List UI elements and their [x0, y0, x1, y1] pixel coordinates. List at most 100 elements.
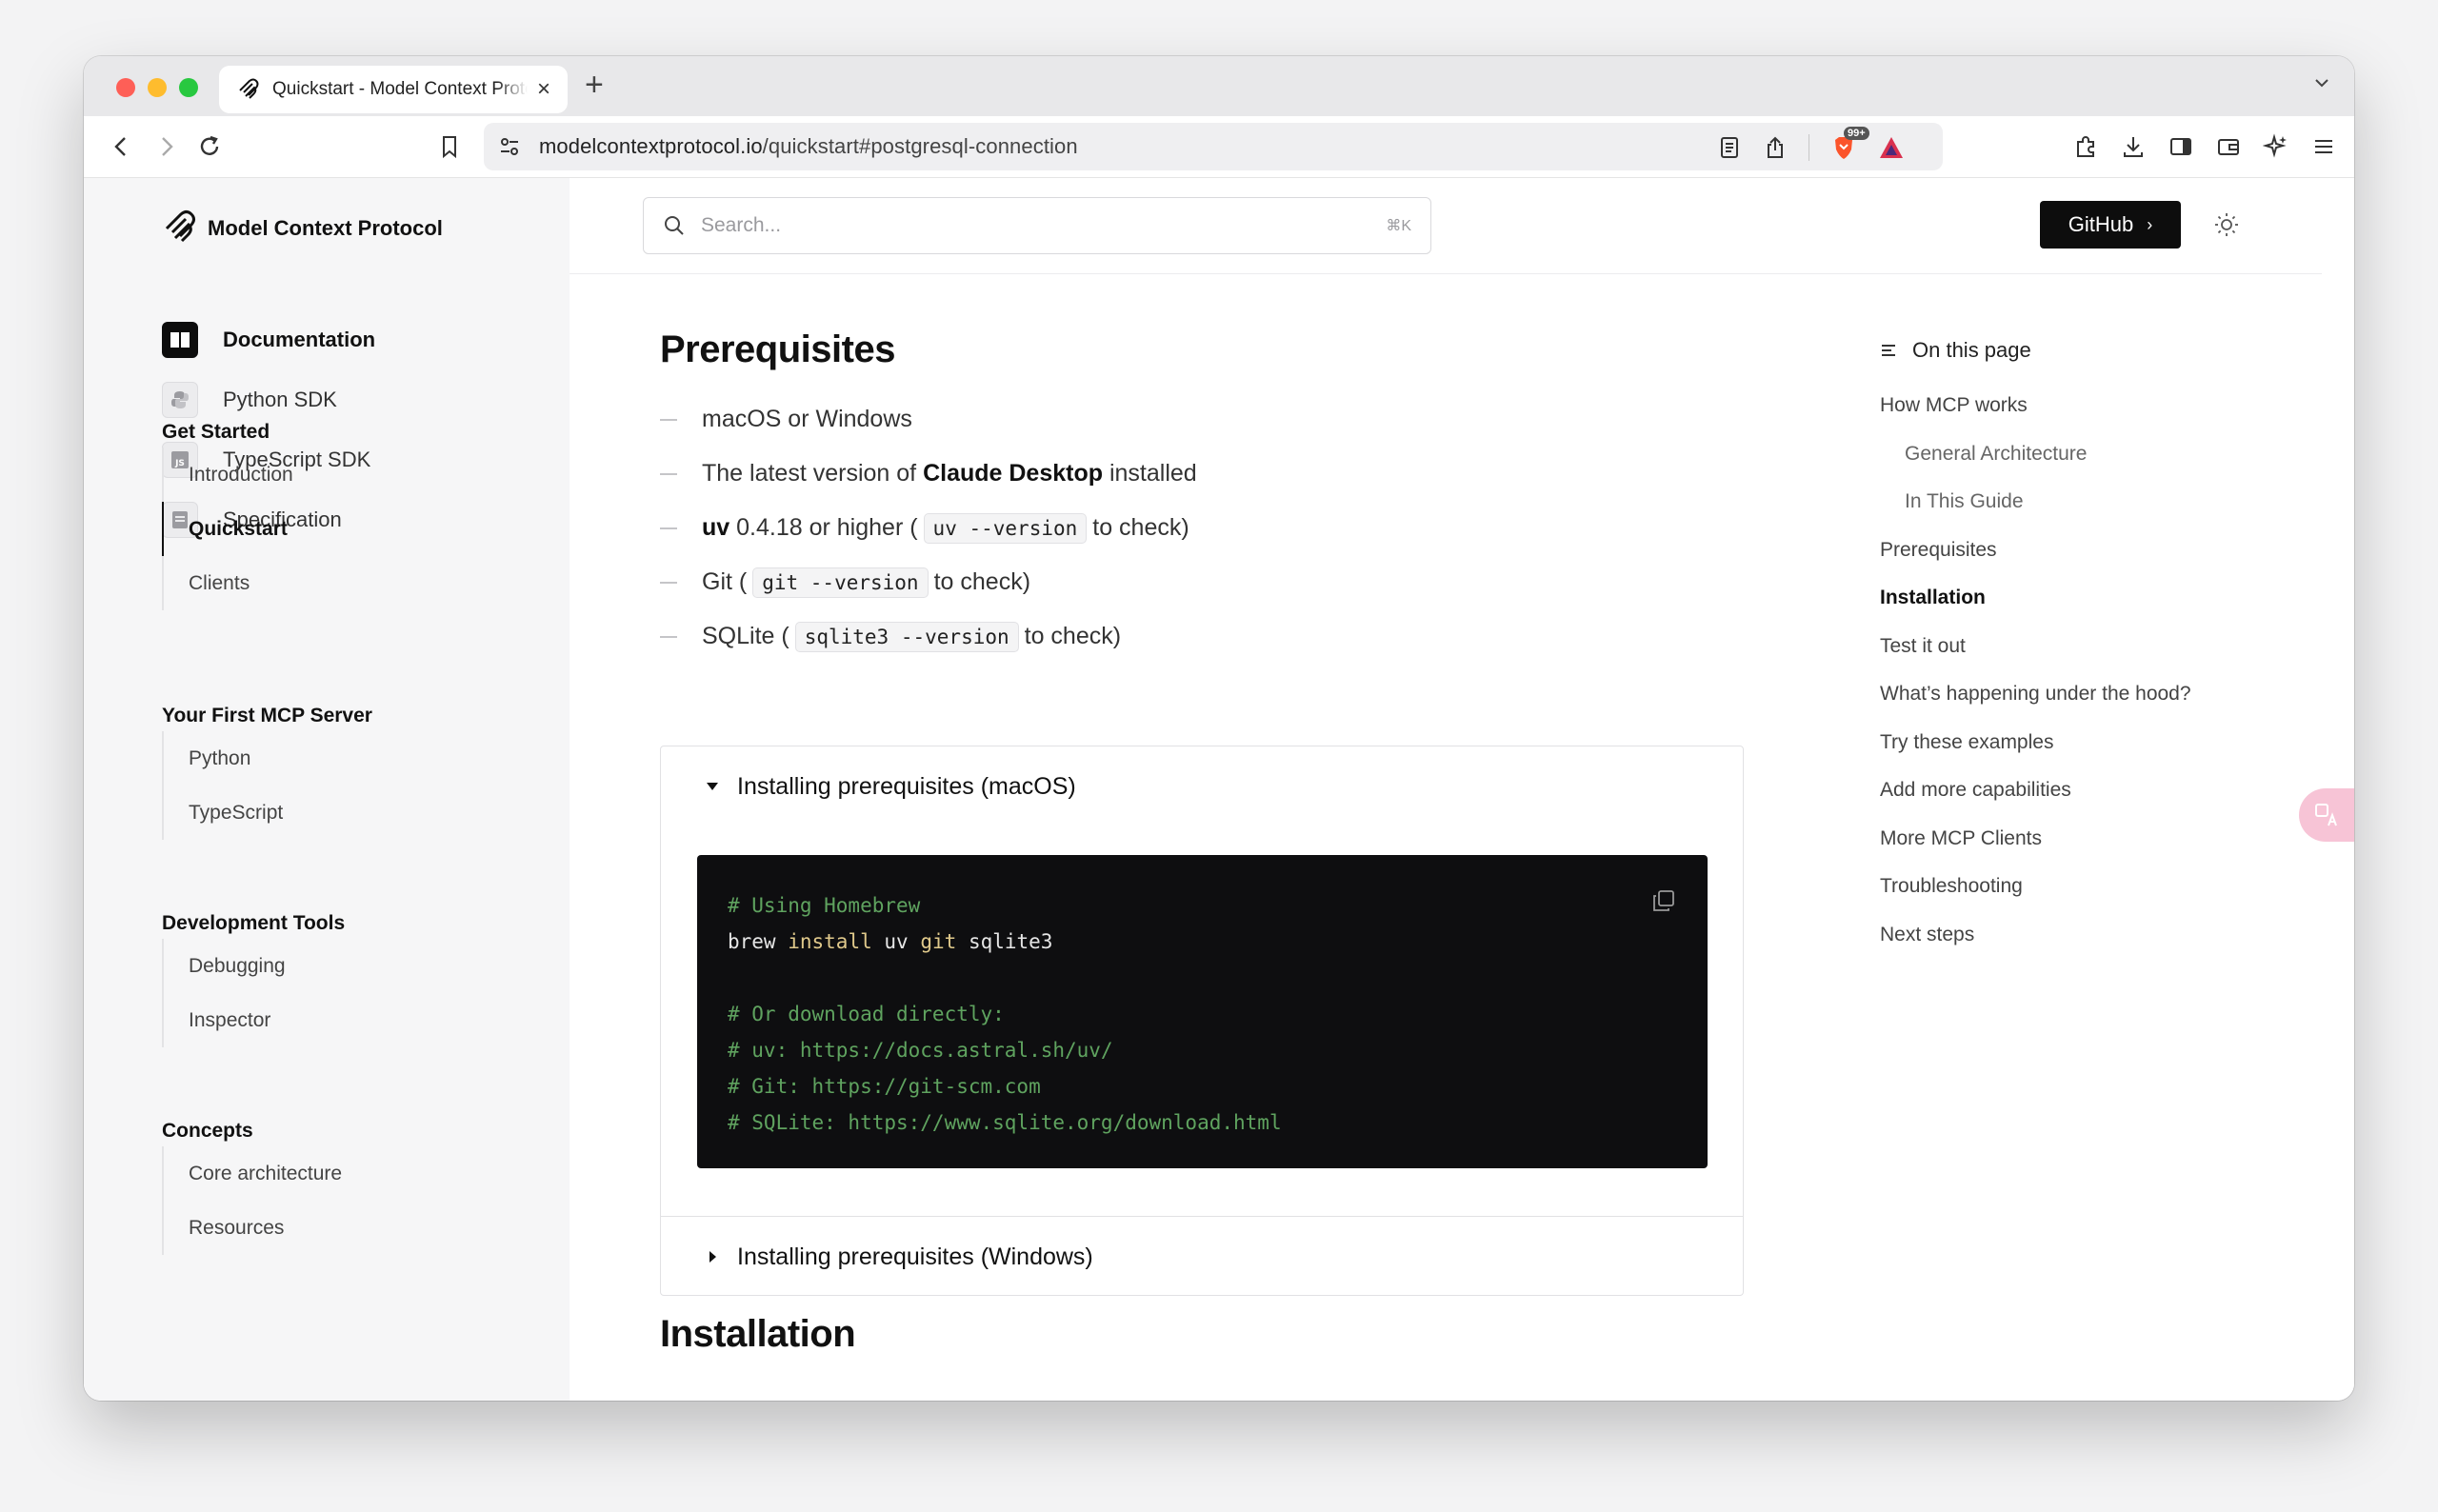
- accordion-toggle-windows[interactable]: Installing prerequisites (Windows): [661, 1217, 1743, 1297]
- toc-item[interactable]: Next steps: [1880, 911, 2191, 960]
- bullet-dash: [660, 418, 677, 421]
- toc-item[interactable]: What’s happening under the hood?: [1880, 670, 2191, 719]
- list-item: SQLite (sqlite3 --version to check): [660, 609, 1197, 664]
- brave-rewards-icon[interactable]: [1878, 134, 1905, 161]
- site-brand[interactable]: Model Context Protocol: [162, 209, 443, 248]
- caret-right-icon: [709, 1251, 716, 1263]
- browser-tab-active[interactable]: Quickstart - Model Context Protocol ×: [219, 66, 568, 113]
- header-divider: [570, 273, 2322, 274]
- browser-window: Quickstart - Model Context Protocol × +: [84, 56, 2354, 1401]
- toc-item[interactable]: In This Guide: [1880, 478, 2191, 527]
- toc-item[interactable]: Test it out: [1880, 623, 2191, 671]
- left-sidebar: Model Context Protocol Documentation Pyt…: [84, 178, 570, 1401]
- toolbar-right-actions: [2072, 133, 2337, 160]
- list-item: The latest version of Claude Desktop ins…: [660, 447, 1197, 501]
- section-heading-concepts: Concepts: [162, 1120, 253, 1142]
- main-menu-icon[interactable]: [2310, 133, 2337, 160]
- brave-shields-button[interactable]: 99+: [1830, 127, 1869, 161]
- translate-icon: [2315, 804, 2337, 826]
- bullet-dash: [660, 581, 677, 584]
- translate-button[interactable]: [2299, 788, 2354, 842]
- copy-icon[interactable]: [1650, 887, 1677, 914]
- chevron-right-icon: ›: [2147, 214, 2153, 234]
- share-icon[interactable]: [1763, 135, 1788, 160]
- tab-close-icon[interactable]: ×: [537, 76, 550, 103]
- new-tab-button[interactable]: +: [585, 67, 604, 104]
- sidebar-item-typescript[interactable]: TypeScript: [164, 786, 283, 840]
- list-item: uv 0.4.18 or higher (uv --version to chec…: [660, 501, 1197, 555]
- bullet-dash: [660, 635, 677, 638]
- heading-prerequisites: Prerequisites: [660, 328, 895, 370]
- close-window-button[interactable]: [116, 78, 135, 97]
- mcp-logo-icon: [165, 210, 195, 243]
- github-button[interactable]: GitHub ›: [2040, 201, 2181, 249]
- sidebar-item-debugging[interactable]: Debugging: [164, 939, 286, 993]
- list-item: macOS or Windows: [660, 392, 1197, 447]
- toc-item[interactable]: General Architecture: [1880, 430, 2191, 479]
- reader-mode-icon[interactable]: [1717, 135, 1742, 160]
- sidebar-toggle-icon[interactable]: [2168, 133, 2194, 160]
- brand-name: Model Context Protocol: [208, 216, 443, 240]
- prerequisites-list: macOS or Windows The latest version of C…: [660, 392, 1197, 664]
- section-list-concepts: Core architecture Resources: [162, 1146, 342, 1255]
- browser-toolbar: modelcontextprotocol.io/quickstart#postg…: [84, 116, 2354, 178]
- section-list-get-started: Introduction Quickstart Clients: [162, 448, 293, 610]
- toc-item[interactable]: More MCP Clients: [1880, 815, 2191, 864]
- caret-down-icon: [707, 783, 718, 790]
- leo-ai-sparkle-icon[interactable]: [2263, 133, 2289, 160]
- section-heading-first-server: Your First MCP Server: [162, 705, 372, 726]
- docnav-label: Documentation: [223, 327, 376, 351]
- book-icon: [162, 321, 198, 358]
- back-arrow-icon[interactable]: [109, 133, 135, 160]
- address-bar[interactable]: modelcontextprotocol.io/quickstart#postg…: [484, 123, 1943, 170]
- downloads-icon[interactable]: [2120, 133, 2147, 160]
- shields-count-badge: 99+: [1844, 127, 1869, 140]
- zoom-window-button[interactable]: [179, 78, 198, 97]
- bookmark-icon[interactable]: [436, 133, 463, 160]
- section-list-first-server: Python TypeScript: [162, 731, 283, 840]
- section-heading-get-started: Get Started: [162, 421, 270, 443]
- tab-list-chevron-icon[interactable]: [2312, 73, 2331, 92]
- list-item: Git (git --version to check): [660, 555, 1197, 609]
- toc-item[interactable]: Prerequisites: [1880, 527, 2191, 575]
- tab-title: Quickstart - Model Context Protocol: [272, 79, 528, 99]
- prerequisites-accordion: Installing prerequisites (macOS) # Using…: [660, 746, 1744, 1296]
- docnav-item-documentation[interactable]: Documentation: [162, 309, 375, 369]
- forward-arrow-icon[interactable]: [152, 133, 179, 160]
- toc-title: On this page: [1880, 338, 2031, 363]
- site-settings-icon[interactable]: [497, 134, 522, 159]
- sidebar-item-quickstart[interactable]: Quickstart: [162, 502, 293, 556]
- extensions-puzzle-icon[interactable]: [2072, 133, 2099, 160]
- wallet-icon[interactable]: [2215, 133, 2242, 160]
- sun-theme-toggle-icon[interactable]: [2213, 211, 2240, 238]
- search-shortcut: ⌘K: [1386, 218, 1411, 234]
- search-box[interactable]: Search... ⌘K: [643, 197, 1431, 254]
- tab-strip: Quickstart - Model Context Protocol × +: [84, 56, 2354, 116]
- github-label: GitHub: [2068, 212, 2134, 236]
- toc-item[interactable]: How MCP works: [1880, 382, 2191, 430]
- bullet-dash: [660, 472, 677, 475]
- toc-item[interactable]: Troubleshooting: [1880, 863, 2191, 911]
- list-icon: [1882, 345, 1895, 356]
- sidebar-item-introduction[interactable]: Introduction: [164, 448, 293, 502]
- inline-code: git --version: [752, 567, 929, 598]
- sidebar-item-core-architecture[interactable]: Core architecture: [164, 1146, 342, 1201]
- sidebar-item-python[interactable]: Python: [164, 731, 283, 786]
- section-list-dev-tools: Debugging Inspector: [162, 939, 286, 1047]
- section-heading-dev-tools: Development Tools: [162, 912, 346, 934]
- toc-item[interactable]: Try these examples: [1880, 719, 2191, 767]
- toc-item[interactable]: Add more capabilities: [1880, 766, 2191, 815]
- accordion-toggle-macos[interactable]: Installing prerequisites (macOS): [661, 746, 1743, 826]
- minimize-window-button[interactable]: [148, 78, 167, 97]
- inline-code: sqlite3 --version: [794, 621, 1019, 652]
- mcp-logo-icon: [239, 78, 259, 99]
- address-bar-actions: 99+: [1717, 127, 1905, 161]
- reload-icon[interactable]: [196, 133, 223, 160]
- window-controls: [116, 78, 198, 97]
- table-of-contents: How MCP works General Architecture In Th…: [1880, 382, 2191, 959]
- sidebar-item-inspector[interactable]: Inspector: [164, 993, 286, 1047]
- sidebar-item-clients[interactable]: Clients: [164, 556, 293, 610]
- code-block: # Using Homebrew brew install uv git sql…: [697, 855, 1708, 1168]
- toc-item-active[interactable]: Installation: [1880, 574, 2191, 623]
- sidebar-item-resources[interactable]: Resources: [164, 1201, 342, 1255]
